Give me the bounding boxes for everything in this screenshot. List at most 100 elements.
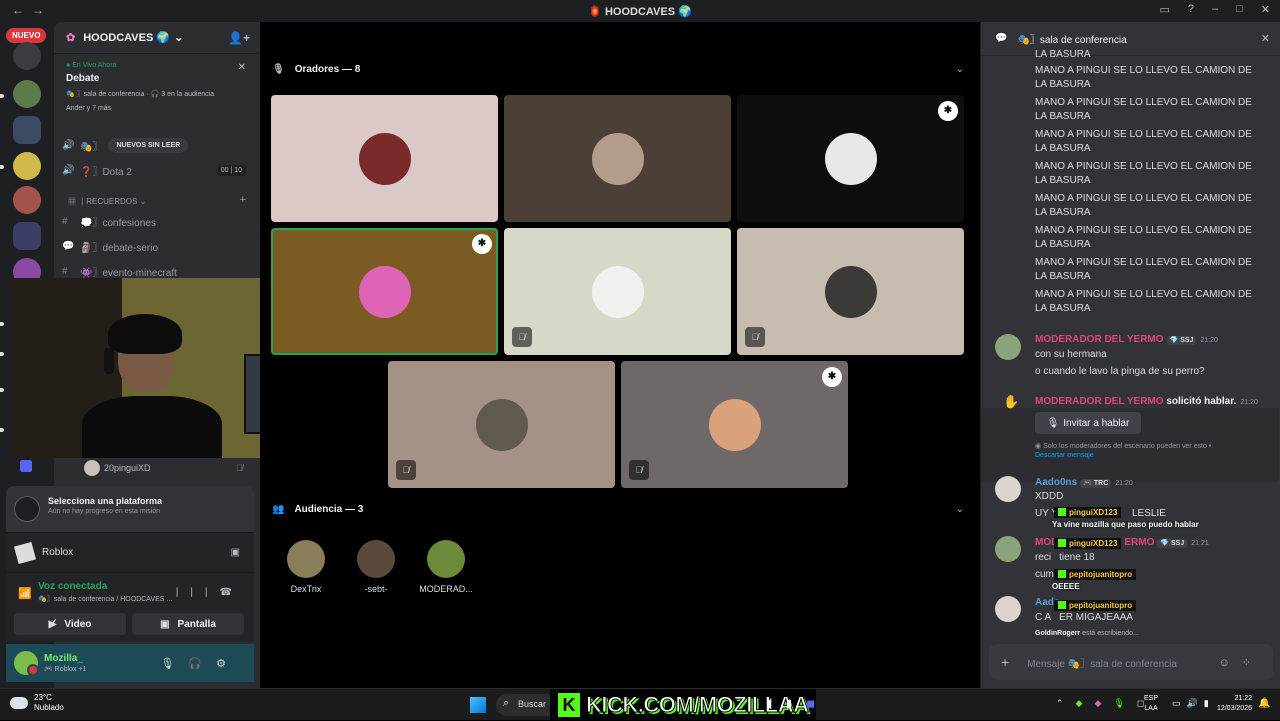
close-window-icon[interactable]: ✕ <box>1261 3 1270 16</box>
server-folder-icon[interactable] <box>13 116 41 144</box>
server-header[interactable]: ✿ HOODCAVES 🌍 ⌄ 👤+ <box>54 22 260 54</box>
mic-icon[interactable]: 🎙 <box>160 658 188 670</box>
clock[interactable]: 21:22 12/03/2026 <box>1208 694 1252 714</box>
people-icon: 👥 <box>272 504 285 515</box>
quest-panel[interactable]: Selecciona una plataforma Aún no hay pro… <box>6 486 254 532</box>
message-author[interactable]: Aado0ns 🎮 TRC 21:20 <box>1035 477 1133 488</box>
voice-channel-user[interactable]: 20pinguiXD 🎙̸ <box>84 460 243 476</box>
taskbar-apps[interactable]: ▮▮◼ <box>766 697 829 710</box>
chevron-down-icon[interactable]: ⌄ <box>956 64 964 75</box>
username[interactable]: Mozilla_ <box>44 653 86 664</box>
discord-app-icon[interactable]: ◼ <box>806 698 829 710</box>
request-author[interactable]: MODERADOR DEL YERMO solicitó hablar. 21:2… <box>1035 396 1258 407</box>
avatar[interactable] <box>995 596 1021 622</box>
maximize-icon[interactable]: □ <box>1236 3 1243 16</box>
voice-channel[interactable]: 🔊 🎭〗 NUEVOS SIN LEER <box>62 134 252 156</box>
signal-icon[interactable]: 📶 <box>18 587 32 600</box>
folder-icon[interactable] <box>20 460 32 472</box>
server-icon[interactable] <box>13 186 41 214</box>
close-icon[interactable]: ✕ <box>238 62 246 73</box>
apps-icon[interactable]: ⁘ <box>1242 657 1263 669</box>
window-controls[interactable]: ▭? – □ ✕ <box>1159 3 1270 16</box>
speaker-tile[interactable]: 🎙̸ <box>737 228 964 355</box>
new-unread-pill[interactable]: NUEVOS SIN LEER <box>108 137 189 153</box>
avatar[interactable] <box>14 651 39 676</box>
category-header[interactable]: ▦ 〡RECUERDOS ⌄ <box>68 196 146 207</box>
avatar <box>824 132 877 185</box>
message-input[interactable]: + Mensaje 🎭〗sala de conferencia ☺⁘ <box>989 644 1273 680</box>
server-icon[interactable] <box>13 152 41 180</box>
speakers-header[interactable]: 🎙 Oradores — 8 <box>272 64 360 75</box>
audience-name: MODERAD... <box>419 584 473 594</box>
screen-share-icon: ▣ <box>160 618 170 630</box>
add-user-icon[interactable]: 👤+ <box>228 31 250 45</box>
emoji-icon[interactable]: ☺ <box>1219 657 1242 669</box>
audience-member[interactable]: DexTrix <box>266 540 346 594</box>
system-tray[interactable]: ⌃◆◆🎙◻ <box>1056 698 1156 709</box>
avatar[interactable] <box>995 476 1021 502</box>
speaker-icon: 🔊 <box>62 164 75 176</box>
close-icon[interactable]: ✕ <box>1261 32 1270 45</box>
live-event-card[interactable]: ● En Vivo Ahora Debate 🎭 〗sala de confer… <box>60 58 254 130</box>
message-placeholder: Mensaje 🎭〗sala de conferencia <box>1027 658 1177 670</box>
speaker-tile-speaking[interactable]: ✱ <box>271 228 498 355</box>
audio-app-icon[interactable]: ▮▮ <box>766 698 806 710</box>
channel-name: 👾〗evento-minecraft <box>80 267 177 279</box>
language-indicator[interactable]: ESP LAA <box>1144 694 1158 714</box>
speaker-tile[interactable]: 🎙̸ <box>504 228 731 355</box>
invite-to-speak-button[interactable]: 🎙 Invitar a hablar <box>1035 412 1141 434</box>
tray-app-icon[interactable]: ◆ <box>1094 698 1113 708</box>
speaker-tile[interactable]: ✱ 🎙̸ <box>621 361 848 488</box>
audience-member[interactable]: MODERAD... <box>406 540 486 594</box>
speaker-tile[interactable]: ✱ <box>737 95 964 222</box>
noise-suppression-icon[interactable]: ||| <box>176 587 220 598</box>
speaker-tile[interactable] <box>504 95 731 222</box>
tray-app-icon[interactable]: ◆ <box>1076 698 1095 708</box>
weather-widget[interactable]: 23°C Nublado <box>10 693 64 713</box>
text-channel[interactable]: # 💭〗confesiones <box>62 210 252 232</box>
help-icon[interactable]: ? <box>1188 3 1194 16</box>
avatar <box>358 265 411 318</box>
speaker-tile[interactable] <box>271 95 498 222</box>
audience-header[interactable]: 👥 Audiencia — 3 <box>272 504 363 515</box>
inbox-icon[interactable]: ▭ <box>1159 3 1169 16</box>
server-icon[interactable] <box>13 42 41 70</box>
avatar[interactable] <box>995 334 1021 360</box>
add-attachment-icon[interactable]: + <box>1001 654 1009 670</box>
speaker-tile[interactable]: 🎙̸ <box>388 361 615 488</box>
user-controls[interactable]: 🎙🎧⚙ <box>160 657 240 670</box>
chat-message: reci tiene 18 <box>1035 552 1095 563</box>
share-screen-icon[interactable]: ▣ <box>231 547 240 558</box>
voice-controls[interactable]: |||☎ <box>176 587 244 598</box>
voice-channel[interactable]: 🔊 ❓〗Dota 2 00 | 10 <box>62 159 252 181</box>
dismiss-message-link[interactable]: Descartar mensaje <box>1035 452 1094 459</box>
new-badge[interactable]: NUEVO <box>6 28 47 43</box>
add-channel-icon[interactable]: + <box>240 194 246 206</box>
message-author[interactable]: MODERADOR DEL YERMO 💎 SSJ 21:20 <box>1035 334 1218 345</box>
minimize-icon[interactable]: – <box>1212 3 1218 16</box>
mic-icon[interactable]: 🎙 <box>1113 698 1136 708</box>
composer-icons[interactable]: ☺⁘ <box>1219 656 1263 669</box>
windows-start-icon[interactable] <box>470 697 486 713</box>
screen-share-button[interactable]: ▣ Pantalla <box>132 613 244 635</box>
video-button[interactable]: ▶̸ Video <box>14 613 126 635</box>
forum-channel[interactable]: 💬 🗿〗debate-serio <box>62 235 252 257</box>
unread-dot <box>0 94 4 98</box>
headphones-icon[interactable]: 🎧 <box>188 658 216 670</box>
activity-panel[interactable]: Roblox ▣ <box>6 532 254 572</box>
server-folder-icon[interactable] <box>13 222 41 250</box>
audience-member[interactable]: -sebt- <box>336 540 416 594</box>
avatar[interactable] <box>995 536 1021 562</box>
chevron-down-icon[interactable]: ⌄ <box>956 504 964 515</box>
chevron-up-icon[interactable]: ⌃ <box>1056 698 1076 708</box>
server-name: HOODCAVES 🌍 <box>83 32 171 44</box>
moderator-badge-icon: ✱ <box>822 367 842 387</box>
discord-app: ←→ 🏮 HOODCAVES 🌍 ▭? – □ ✕ NUEVO ✿ HOODCAVES… <box>0 0 1280 688</box>
unread-dot <box>0 352 4 356</box>
gear-icon[interactable]: ⚙ <box>216 658 240 670</box>
windows-taskbar: 23°CNublado Buscar K KICK.COM/MOZILLAA ▮… <box>0 688 1280 721</box>
disconnect-icon[interactable]: ☎ <box>220 587 244 598</box>
server-icon[interactable] <box>13 80 41 108</box>
avatar <box>84 460 100 476</box>
notification-bell-icon[interactable]: 🔔 <box>1258 698 1270 709</box>
